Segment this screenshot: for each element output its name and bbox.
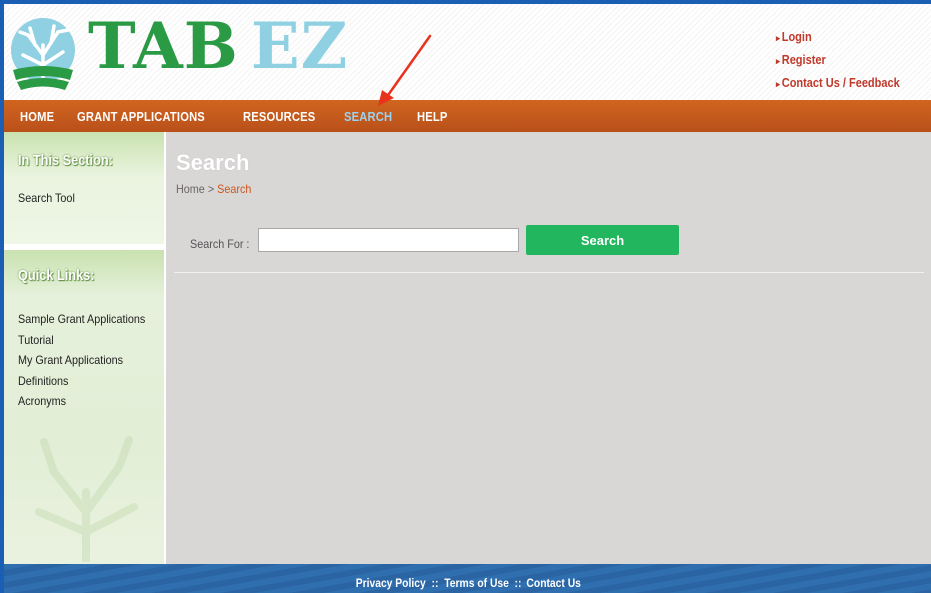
triangle-right-icon: ▸ <box>776 56 781 66</box>
main-nav: HOME GRANT APPLICATIONS RESOURCES SEARCH… <box>4 100 931 132</box>
nav-grant-applications[interactable]: GRANT APPLICATIONS <box>77 109 205 124</box>
site-logo[interactable]: TAB EZ <box>88 12 348 82</box>
quick-link-my-grant-applications[interactable]: My Grant Applications <box>18 350 145 371</box>
privacy-policy-link[interactable]: Privacy Policy <box>355 576 425 590</box>
quick-link-acronyms[interactable]: Acronyms <box>18 391 145 412</box>
footer-contact-link[interactable]: Contact Us <box>527 576 581 590</box>
logo-main-text: TAB <box>88 9 239 84</box>
main-content: Search Home > Search Search For : Search <box>164 132 931 564</box>
triangle-right-icon: ▸ <box>776 33 781 43</box>
tree-logo-icon <box>11 18 75 90</box>
nav-help[interactable]: HELP <box>417 109 448 124</box>
header: TAB EZ ▸ Login ▸ Register ▸ Contact Us / Fee… <box>4 4 931 100</box>
nav-home[interactable]: HOME <box>20 109 54 124</box>
breadcrumb-current: Search <box>217 182 252 196</box>
nav-resources[interactable]: RESOURCES <box>243 109 315 124</box>
footer: Privacy Policy :: Terms of Use :: Contac… <box>4 564 931 593</box>
section-heading: In This Section: <box>18 152 113 169</box>
nav-search[interactable]: SEARCH <box>344 109 392 124</box>
content-divider <box>174 272 924 273</box>
page-title: Search <box>176 150 250 175</box>
breadcrumb-home[interactable]: Home <box>176 182 205 196</box>
logo-accent-text: EZ <box>250 9 349 84</box>
breadcrumb: Home > Search <box>176 182 251 196</box>
register-link[interactable]: ▸ Register <box>776 49 900 72</box>
sidebar-item-search-tool[interactable]: Search Tool <box>18 191 75 205</box>
utility-links: ▸ Login ▸ Register ▸ Contact Us / Feedback <box>776 26 917 95</box>
footer-separator: :: <box>431 576 439 590</box>
annotation-arrow-icon <box>378 34 432 106</box>
breadcrumb-separator: > <box>204 182 218 196</box>
section-box <box>4 132 164 244</box>
tree-watermark-icon <box>35 436 138 562</box>
page: TAB EZ ▸ Login ▸ Register ▸ Contact Us / Fee… <box>4 4 931 593</box>
quick-links-heading: Quick Links: <box>18 267 95 284</box>
quick-link-sample-grant-applications[interactable]: Sample Grant Applications <box>18 309 145 330</box>
quick-link-tutorial[interactable]: Tutorial <box>18 330 145 351</box>
login-link[interactable]: ▸ Login <box>776 26 900 49</box>
quick-link-definitions[interactable]: Definitions <box>18 371 145 392</box>
search-label: Search For : <box>190 237 250 251</box>
terms-of-use-link[interactable]: Terms of Use <box>444 576 509 590</box>
footer-separator: :: <box>514 576 522 590</box>
search-input[interactable] <box>258 228 519 252</box>
sidebar: In This Section: Search Tool Quick Links… <box>4 132 164 564</box>
search-button[interactable]: Search <box>526 225 679 255</box>
quick-links-list: Sample Grant Applications Tutorial My Gr… <box>18 309 159 412</box>
triangle-right-icon: ▸ <box>776 79 781 89</box>
contact-feedback-link[interactable]: ▸ Contact Us / Feedback <box>776 72 900 95</box>
